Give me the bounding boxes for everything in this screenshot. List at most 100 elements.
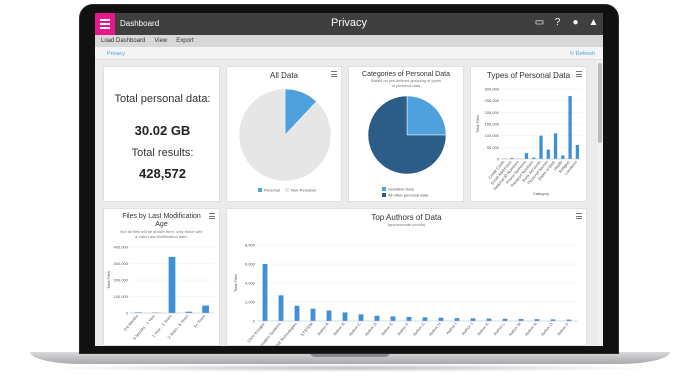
- authors-xtick: Author N: [524, 321, 538, 336]
- authors-bar[interactable]: [422, 317, 428, 321]
- authors-xtick: Author L: [492, 321, 506, 336]
- authors-xtick: Author H: [428, 321, 442, 336]
- authors-xtick: SYSTEM: [299, 321, 313, 337]
- authors-xtick: Author C: [348, 321, 362, 336]
- cast-icon[interactable]: ▭: [534, 17, 545, 29]
- authors-subtitle: (approximate counts): [387, 222, 426, 227]
- authors-bar[interactable]: [294, 305, 300, 321]
- authors-xtick: Author O: [540, 321, 554, 336]
- authors-bar[interactable]: [454, 318, 460, 321]
- types-bar[interactable]: [568, 96, 572, 159]
- mod-age-bar[interactable]: [168, 256, 176, 313]
- authors-bar[interactable]: [470, 318, 476, 321]
- types-bar[interactable]: [553, 133, 558, 159]
- authors-xtick: Author G: [412, 321, 426, 336]
- user-icon[interactable]: ●: [570, 17, 581, 29]
- types-menu-icon[interactable]: [576, 71, 582, 77]
- mod-age-bar[interactable]: [202, 305, 209, 313]
- all-data-slice-1[interactable]: [238, 88, 332, 182]
- laptop-shadow: [40, 364, 660, 372]
- types-bar[interactable]: [539, 135, 543, 159]
- authors-bar[interactable]: [374, 315, 380, 321]
- authors-bar[interactable]: [406, 317, 412, 321]
- authors-bar[interactable]: [534, 319, 540, 321]
- types-bar[interactable]: [524, 153, 529, 159]
- refresh-label: Refresh: [575, 51, 595, 57]
- mod-age-subtitle: Not all files will be shown here, only t…: [120, 229, 203, 239]
- authors-bar[interactable]: [262, 264, 268, 321]
- legend-sensitive: Sensitive Data: [388, 187, 415, 192]
- refresh-button[interactable]: ↻ Refresh: [570, 51, 595, 57]
- scrollbar-thumb[interactable]: [598, 63, 602, 143]
- authors-xtick: Author K: [476, 321, 490, 336]
- authors-xtick: Author B: [332, 321, 346, 336]
- types-ylabel: Total Files: [475, 115, 480, 133]
- mod-age-ytick: 0: [126, 311, 129, 316]
- legend-swatch-non-personal: [285, 188, 289, 192]
- authors-bar[interactable]: [342, 312, 348, 321]
- types-bar[interactable]: [561, 155, 565, 160]
- authors-bar[interactable]: [518, 319, 524, 321]
- types-bar[interactable]: [575, 145, 579, 159]
- types-ytick: 300,000: [485, 87, 500, 92]
- mod-age-title: Files by Last Modification Age: [122, 213, 201, 228]
- authors-bar[interactable]: [326, 310, 332, 321]
- page-title: Privacy: [330, 17, 368, 29]
- legend-non-personal: Non-Personal: [291, 188, 316, 193]
- all-data-card: All Data Personal Non-Personal: [226, 66, 342, 202]
- types-bar-chart: 300,000 250,000 200,000 150,000 100,000 50,00…: [475, 87, 581, 196]
- categories-slice-0[interactable]: [406, 95, 447, 136]
- categories-title: Categories of Personal Data: [362, 71, 450, 78]
- menu-export[interactable]: Export: [176, 38, 193, 44]
- authors-xtick: Author A: [316, 321, 330, 336]
- authors-xtick: Author M: [508, 321, 522, 337]
- authors-menu-icon[interactable]: [576, 213, 582, 219]
- all-data-pie: Personal Non-Personal: [238, 88, 332, 193]
- mod-age-xtick: 5+ Years: [192, 313, 206, 328]
- authors-bar[interactable]: [502, 318, 508, 321]
- summary-card: Total personal data: 30.02 GB Total resu…: [103, 66, 220, 202]
- legend-swatch-sensitive: [382, 187, 386, 191]
- categories-subtitle: Based on pre-defined grouping of types o…: [370, 78, 442, 88]
- help-icon[interactable]: ?: [552, 17, 563, 29]
- bell-icon[interactable]: ▲: [588, 17, 599, 29]
- all-data-title: All Data: [269, 71, 298, 80]
- mod-age-menu-icon[interactable]: [209, 213, 215, 219]
- authors-ytick: 8,000: [245, 243, 256, 248]
- authors-xtick: Author D: [364, 321, 378, 336]
- types-card: Types of Personal Data 300,000 250,000 200…: [470, 66, 587, 202]
- authors-ytick: 6,000: [245, 262, 256, 267]
- mod-age-bar-chart: 400,000 300,000 200,000 100,000 0 Total Files…: [106, 245, 214, 341]
- legend-other: All other personal data: [388, 193, 429, 198]
- authors-xtick: Author E: [380, 321, 394, 336]
- authors-bar[interactable]: [438, 317, 444, 321]
- tab-bar: Privacy ↻ Refresh: [95, 47, 603, 60]
- menu-view[interactable]: View: [154, 38, 167, 44]
- authors-ytick: 4,000: [245, 281, 256, 286]
- authors-ytick: 2,000: [245, 300, 256, 305]
- authors-bar[interactable]: [310, 308, 316, 321]
- menu-load-dashboard[interactable]: Load Dashboard: [101, 38, 145, 44]
- authors-bar[interactable]: [358, 314, 364, 321]
- mod-age-xtick: 0-6 Months: [122, 313, 139, 332]
- types-ytick: 50,000: [487, 145, 500, 150]
- tab-privacy[interactable]: Privacy: [107, 51, 125, 57]
- top-bar: Dashboard Privacy ▭ ? ● ▲: [95, 13, 603, 35]
- mod-age-ytick: 300,000: [114, 261, 129, 266]
- mod-age-ytick: 100,000: [114, 294, 129, 299]
- legend-swatch-other: [382, 193, 386, 197]
- authors-bar[interactable]: [278, 295, 284, 321]
- authors-ytick: 0: [253, 319, 256, 324]
- menu-bar: Load Dashboard View Export: [95, 35, 603, 47]
- mod-age-ytick: 400,000: [114, 245, 129, 250]
- top-bar-icons: ▭ ? ● ▲: [534, 17, 599, 29]
- types-ytick: 100,000: [485, 133, 500, 138]
- authors-bar-chart: 8,0006,0004,0002,0000Total FilesChris Kr…: [233, 243, 577, 346]
- types-bar[interactable]: [546, 149, 550, 159]
- authors-bar[interactable]: [390, 316, 396, 321]
- all-data-menu-icon[interactable]: [331, 71, 337, 77]
- authors-bar[interactable]: [486, 318, 492, 321]
- laptop-frame: Dashboard Privacy ▭ ? ● ▲ Load Dashboard…: [0, 0, 700, 376]
- legend-swatch-personal: [258, 188, 262, 192]
- authors-card: Top Authors of Data (approximate counts)…: [226, 208, 587, 346]
